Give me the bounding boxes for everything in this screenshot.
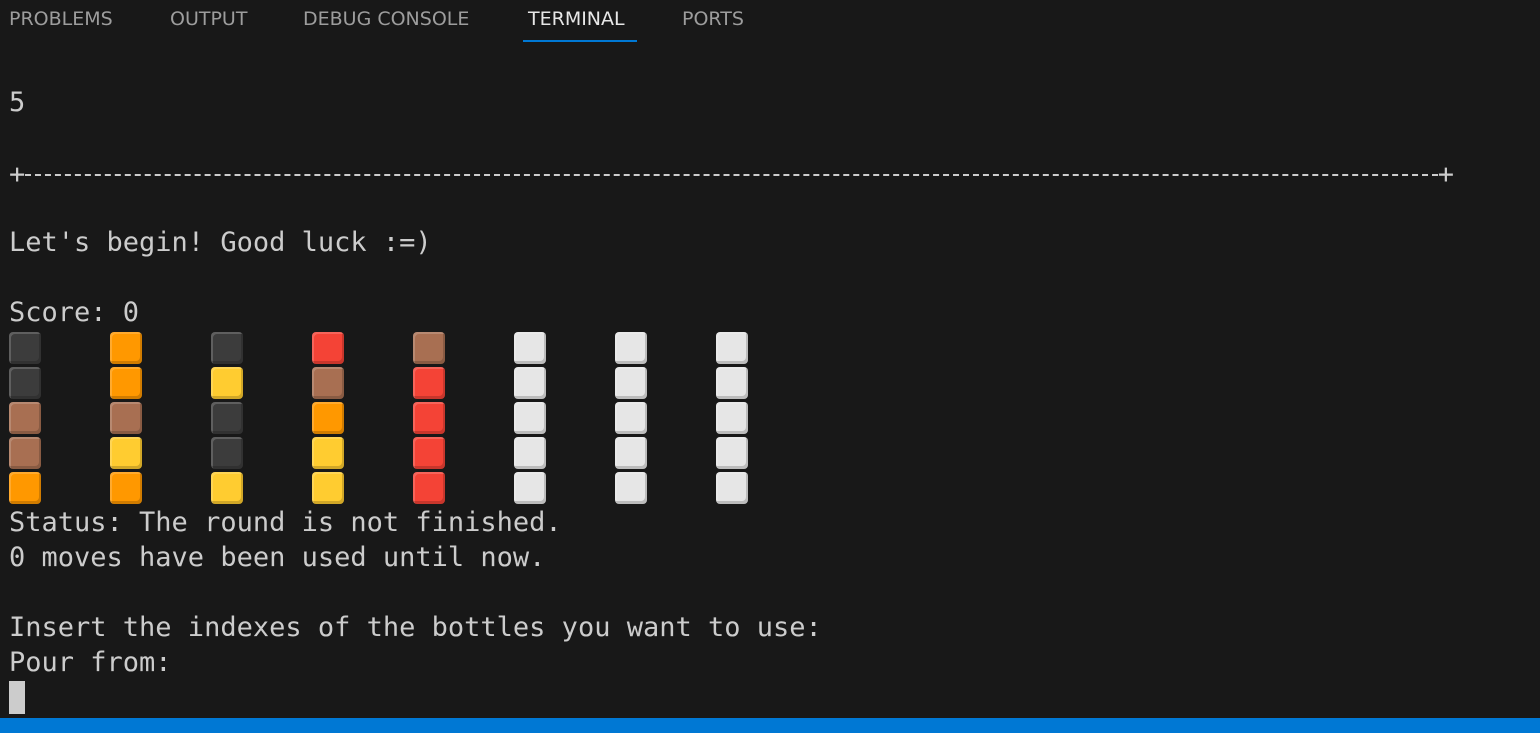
bottle-6-block-5-white (514, 472, 546, 504)
bottle-1-block-2-black (9, 367, 41, 399)
status-text: Status: The round is not finished. (9, 507, 562, 538)
bottle-1-block-1-black (9, 332, 41, 364)
bottle-1-block-3-brown (9, 402, 41, 434)
welcome-message: Let's begin! Good luck :=) (9, 227, 432, 258)
divider-right-corner: + (1437, 159, 1454, 190)
bottle-2-block-5-orange (110, 472, 142, 504)
terminal-line-number-prompt: 5 (9, 87, 26, 118)
bottle-5-block-2-red (413, 367, 445, 399)
bottle-6-block-1-white (514, 332, 546, 364)
bottle-2-block-3-brown (110, 402, 142, 434)
bottle-5-block-5-red (413, 472, 445, 504)
bottle-6-block-2-white (514, 367, 546, 399)
bottle-8-block-4-white (716, 437, 748, 469)
bottle-7-block-4-white (615, 437, 647, 469)
divider-dashes (25, 174, 1438, 176)
bottle-1-block-4-brown (9, 437, 41, 469)
divider-left-corner: + (9, 159, 26, 190)
bottle-8-block-1-white (716, 332, 748, 364)
bottle-2-block-2-orange (110, 367, 142, 399)
bottle-6-block-3-white (514, 402, 546, 434)
bottle-2-block-1-orange (110, 332, 142, 364)
bottle-1-block-5-orange (9, 472, 41, 504)
bottle-8-block-3-white (716, 402, 748, 434)
tab-problems[interactable]: PROBLEMS (9, 8, 113, 30)
vscode-terminal-panel: PROBLEMS OUTPUT DEBUG CONSOLE TERMINAL P… (0, 0, 1540, 733)
terminal-divider: + + (9, 157, 1454, 192)
insert-indexes-prompt: Insert the indexes of the bottles you wa… (9, 612, 822, 643)
status-bar (0, 718, 1540, 733)
bottle-5-block-4-red (413, 437, 445, 469)
bottle-4-block-1-red (312, 332, 344, 364)
score-text: Score: 0 (9, 297, 140, 328)
panel-tab-bar: PROBLEMS OUTPUT DEBUG CONSOLE TERMINAL P… (0, 0, 1540, 44)
bottle-3-block-3-black (211, 402, 243, 434)
bottle-5-block-3-red (413, 402, 445, 434)
tab-output[interactable]: OUTPUT (170, 8, 247, 30)
active-tab-indicator (523, 40, 637, 42)
bottle-7-block-1-white (615, 332, 647, 364)
bottle-5-block-1-brown (413, 332, 445, 364)
bottle-board (9, 331, 769, 506)
bottle-3-block-5-yellow (211, 472, 243, 504)
bottle-3-block-1-black (211, 332, 243, 364)
bottle-8-block-2-white (716, 367, 748, 399)
bottle-7-block-3-white (615, 402, 647, 434)
bottle-4-block-5-yellow (312, 472, 344, 504)
tab-debug-console[interactable]: DEBUG CONSOLE (303, 8, 469, 30)
tab-terminal[interactable]: TERMINAL (528, 8, 625, 30)
bottle-2-block-4-yellow (110, 437, 142, 469)
bottle-8-block-5-white (716, 472, 748, 504)
tab-ports[interactable]: PORTS (682, 8, 744, 30)
bottle-7-block-2-white (615, 367, 647, 399)
bottle-4-block-4-yellow (312, 437, 344, 469)
bottle-6-block-4-white (514, 437, 546, 469)
moves-text: 0 moves have been used until now. (9, 542, 546, 573)
bottle-7-block-5-white (615, 472, 647, 504)
bottle-4-block-3-orange (312, 402, 344, 434)
pour-from-prompt: Pour from: (9, 647, 172, 678)
bottle-3-block-2-yellow (211, 367, 243, 399)
terminal-cursor[interactable] (9, 681, 25, 714)
bottle-4-block-2-brown (312, 367, 344, 399)
bottle-3-block-4-black (211, 437, 243, 469)
